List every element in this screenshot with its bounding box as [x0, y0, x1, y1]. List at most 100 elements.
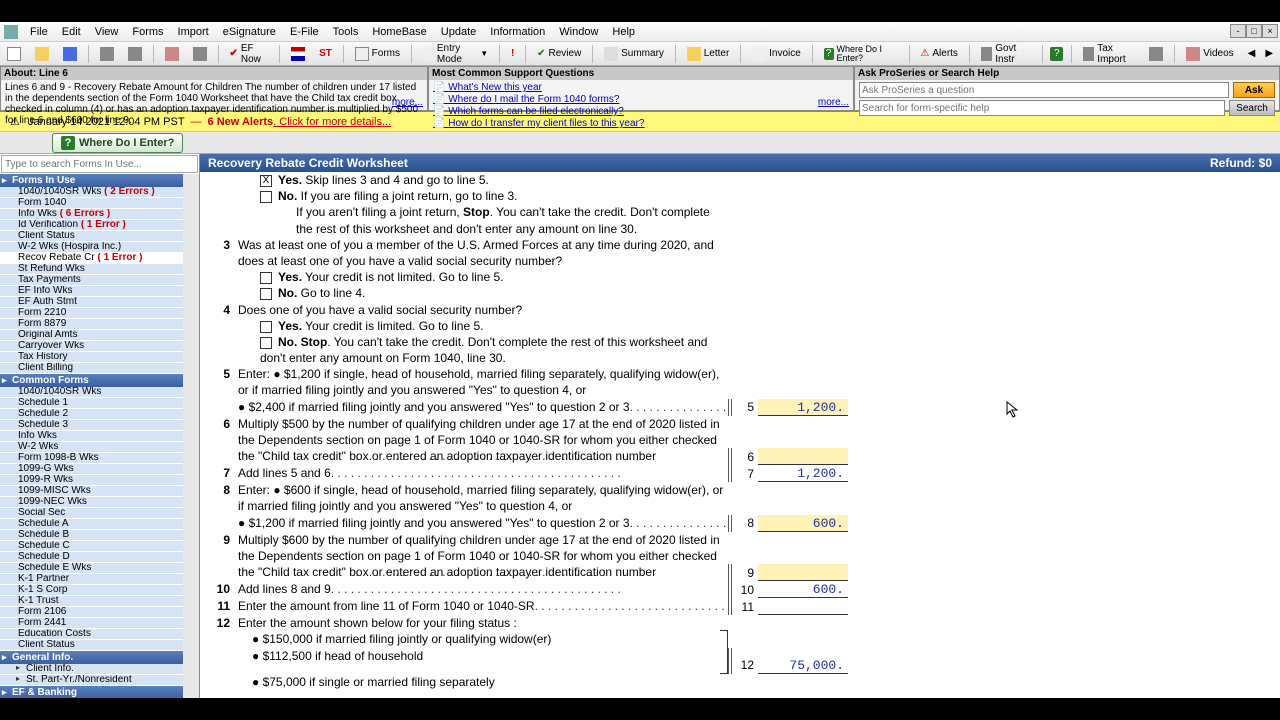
- nav-back[interactable]: ◀: [1245, 47, 1259, 60]
- sidebar-item[interactable]: Schedule 1: [0, 398, 183, 409]
- checkbox-2-yes[interactable]: X: [260, 175, 272, 187]
- tb-new[interactable]: [4, 46, 24, 62]
- line-12-value[interactable]: 75,000.: [758, 657, 848, 674]
- menu-edit[interactable]: Edit: [56, 24, 87, 40]
- menu-homebase[interactable]: HomeBase: [366, 24, 432, 40]
- tb-st[interactable]: ST: [316, 47, 335, 60]
- checkbox-3-no[interactable]: [260, 288, 272, 300]
- sidebar-item[interactable]: Client Status: [0, 231, 183, 242]
- sidebar-item[interactable]: 1099-G Wks: [0, 464, 183, 475]
- line-7-value[interactable]: 1,200.: [758, 465, 848, 482]
- sidebar-item[interactable]: Schedule 2: [0, 409, 183, 420]
- sidebar-item[interactable]: Client Billing: [0, 363, 183, 374]
- sidebar-header-forms-in-use[interactable]: Forms In Use: [0, 174, 183, 187]
- sidebar-item[interactable]: St Refund Wks: [0, 264, 183, 275]
- checkbox-3-yes[interactable]: [260, 272, 272, 284]
- about-more[interactable]: more...: [392, 97, 423, 108]
- sidebar-item[interactable]: St. Part-Yr./Nonresident: [0, 675, 183, 686]
- sidebar-item[interactable]: Id Verification ( 1 Error ): [0, 220, 183, 231]
- tb-forms[interactable]: Forms: [352, 46, 403, 62]
- tb-info[interactable]: [190, 46, 210, 62]
- menu-window[interactable]: Window: [553, 24, 604, 40]
- sidebar-item[interactable]: Tax Payments: [0, 275, 183, 286]
- faq-link-2[interactable]: 📄 Where do I mail the Form 1040 forms?: [433, 94, 849, 106]
- sidebar-item[interactable]: Form 2441: [0, 618, 183, 629]
- tb-print[interactable]: [97, 46, 117, 62]
- tb-alerts[interactable]: ⚠Alerts: [917, 47, 961, 60]
- sidebar-item[interactable]: Social Sec: [0, 508, 183, 519]
- sidebar-item[interactable]: W-2 Wks (Hospira Inc.): [0, 242, 183, 253]
- menu-esig[interactable]: eSignature: [217, 24, 282, 40]
- menu-information[interactable]: Information: [484, 24, 551, 40]
- search-input[interactable]: [859, 100, 1225, 116]
- sidebar-item[interactable]: Form 1098-B Wks: [0, 453, 183, 464]
- line-5-value[interactable]: 1,200.: [758, 399, 848, 416]
- sidebar-item[interactable]: 1099-NEC Wks: [0, 497, 183, 508]
- menu-import[interactable]: Import: [172, 24, 215, 40]
- sidebar-item[interactable]: K-1 S Corp: [0, 585, 183, 596]
- sidebar-scrollbar[interactable]: [183, 174, 199, 698]
- sidebar-item[interactable]: Schedule B: [0, 530, 183, 541]
- menu-help[interactable]: Help: [606, 24, 641, 40]
- maximize-button[interactable]: □: [1246, 24, 1262, 38]
- search-button[interactable]: Search: [1229, 100, 1275, 116]
- tb-excl[interactable]: !: [508, 47, 517, 60]
- menu-tools[interactable]: Tools: [327, 24, 365, 40]
- where-do-i-enter-button[interactable]: ?Where Do I Enter?: [52, 133, 183, 153]
- sidebar-item[interactable]: 1099-R Wks: [0, 475, 183, 486]
- checkbox-2-no[interactable]: [260, 191, 272, 203]
- tb-review[interactable]: ✔Review: [534, 47, 584, 60]
- sidebar-item[interactable]: Form 1040: [0, 198, 183, 209]
- sidebar-header-general[interactable]: General Info.: [0, 651, 183, 664]
- sidebar-item[interactable]: 1040/1040SR Wks: [0, 387, 183, 398]
- tb-letter[interactable]: Letter: [684, 46, 733, 62]
- tb-home[interactable]: [162, 46, 182, 62]
- sidebar-item[interactable]: EF Auth Stmt: [0, 297, 183, 308]
- sidebar-item[interactable]: Schedule D: [0, 552, 183, 563]
- faq-link-4[interactable]: 📄 How do I transfer my client files to t…: [433, 118, 849, 130]
- tb-fed[interactable]: [288, 46, 308, 62]
- close-button[interactable]: ×: [1262, 24, 1278, 38]
- sidebar-item[interactable]: 1099-MISC Wks: [0, 486, 183, 497]
- tb-summary[interactable]: Summary: [601, 46, 667, 62]
- sidebar-item[interactable]: Recov Rebate Cr ( 1 Error ): [0, 253, 183, 264]
- sidebar-header-common[interactable]: Common Forms: [0, 374, 183, 387]
- sidebar-item[interactable]: Schedule A: [0, 519, 183, 530]
- tb-efnow[interactable]: ✔EF Now: [226, 42, 271, 66]
- tb-save[interactable]: [60, 46, 80, 62]
- sidebar-item[interactable]: Client Status: [0, 640, 183, 651]
- checkbox-4-yes[interactable]: [260, 321, 272, 333]
- line-8-value[interactable]: 600.: [758, 515, 848, 532]
- menu-view[interactable]: View: [89, 24, 125, 40]
- sidebar-item[interactable]: Carryover Wks: [0, 341, 183, 352]
- sidebar-item[interactable]: 1040/1040SR Wks ( 2 Errors ): [0, 187, 183, 198]
- sidebar-item[interactable]: Form 2210: [0, 308, 183, 319]
- sidebar-item[interactable]: Client Info.: [0, 664, 183, 675]
- faq-link-3[interactable]: 📄 Which forms can be filed electronicall…: [433, 106, 849, 118]
- sidebar-item[interactable]: Schedule C: [0, 541, 183, 552]
- sidebar-item[interactable]: K-1 Trust: [0, 596, 183, 607]
- tb-invoice[interactable]: Invoice: [749, 46, 804, 62]
- tb-open[interactable]: [32, 46, 52, 62]
- sidebar-item[interactable]: Education Costs: [0, 629, 183, 640]
- minimize-button[interactable]: -: [1230, 24, 1246, 38]
- tb-tv[interactable]: [1146, 46, 1166, 62]
- sidebar-header-ef[interactable]: EF & Banking: [0, 686, 183, 698]
- sidebar-item[interactable]: Schedule 3: [0, 420, 183, 431]
- sidebar-item[interactable]: Info Wks ( 6 Errors ): [0, 209, 183, 220]
- faq-link-1[interactable]: 📄 What's New this year: [433, 82, 849, 94]
- nav-fwd[interactable]: ▶: [1262, 47, 1276, 60]
- sidebar-search[interactable]: [1, 155, 198, 173]
- menu-update[interactable]: Update: [435, 24, 482, 40]
- tb-entrymode[interactable]: Entry Mode▼: [420, 42, 491, 66]
- sidebar-item[interactable]: EF Info Wks: [0, 286, 183, 297]
- sidebar-item[interactable]: Form 8879: [0, 319, 183, 330]
- menu-forms[interactable]: Forms: [126, 24, 169, 40]
- sidebar-item[interactable]: Info Wks: [0, 431, 183, 442]
- tb-print2[interactable]: [125, 46, 145, 62]
- sidebar-item[interactable]: Schedule E Wks: [0, 563, 183, 574]
- tb-govt[interactable]: Govt Instr: [978, 42, 1034, 66]
- sidebar-item[interactable]: K-1 Partner: [0, 574, 183, 585]
- sidebar-item[interactable]: Original Amts: [0, 330, 183, 341]
- checkbox-4-no[interactable]: [260, 337, 272, 349]
